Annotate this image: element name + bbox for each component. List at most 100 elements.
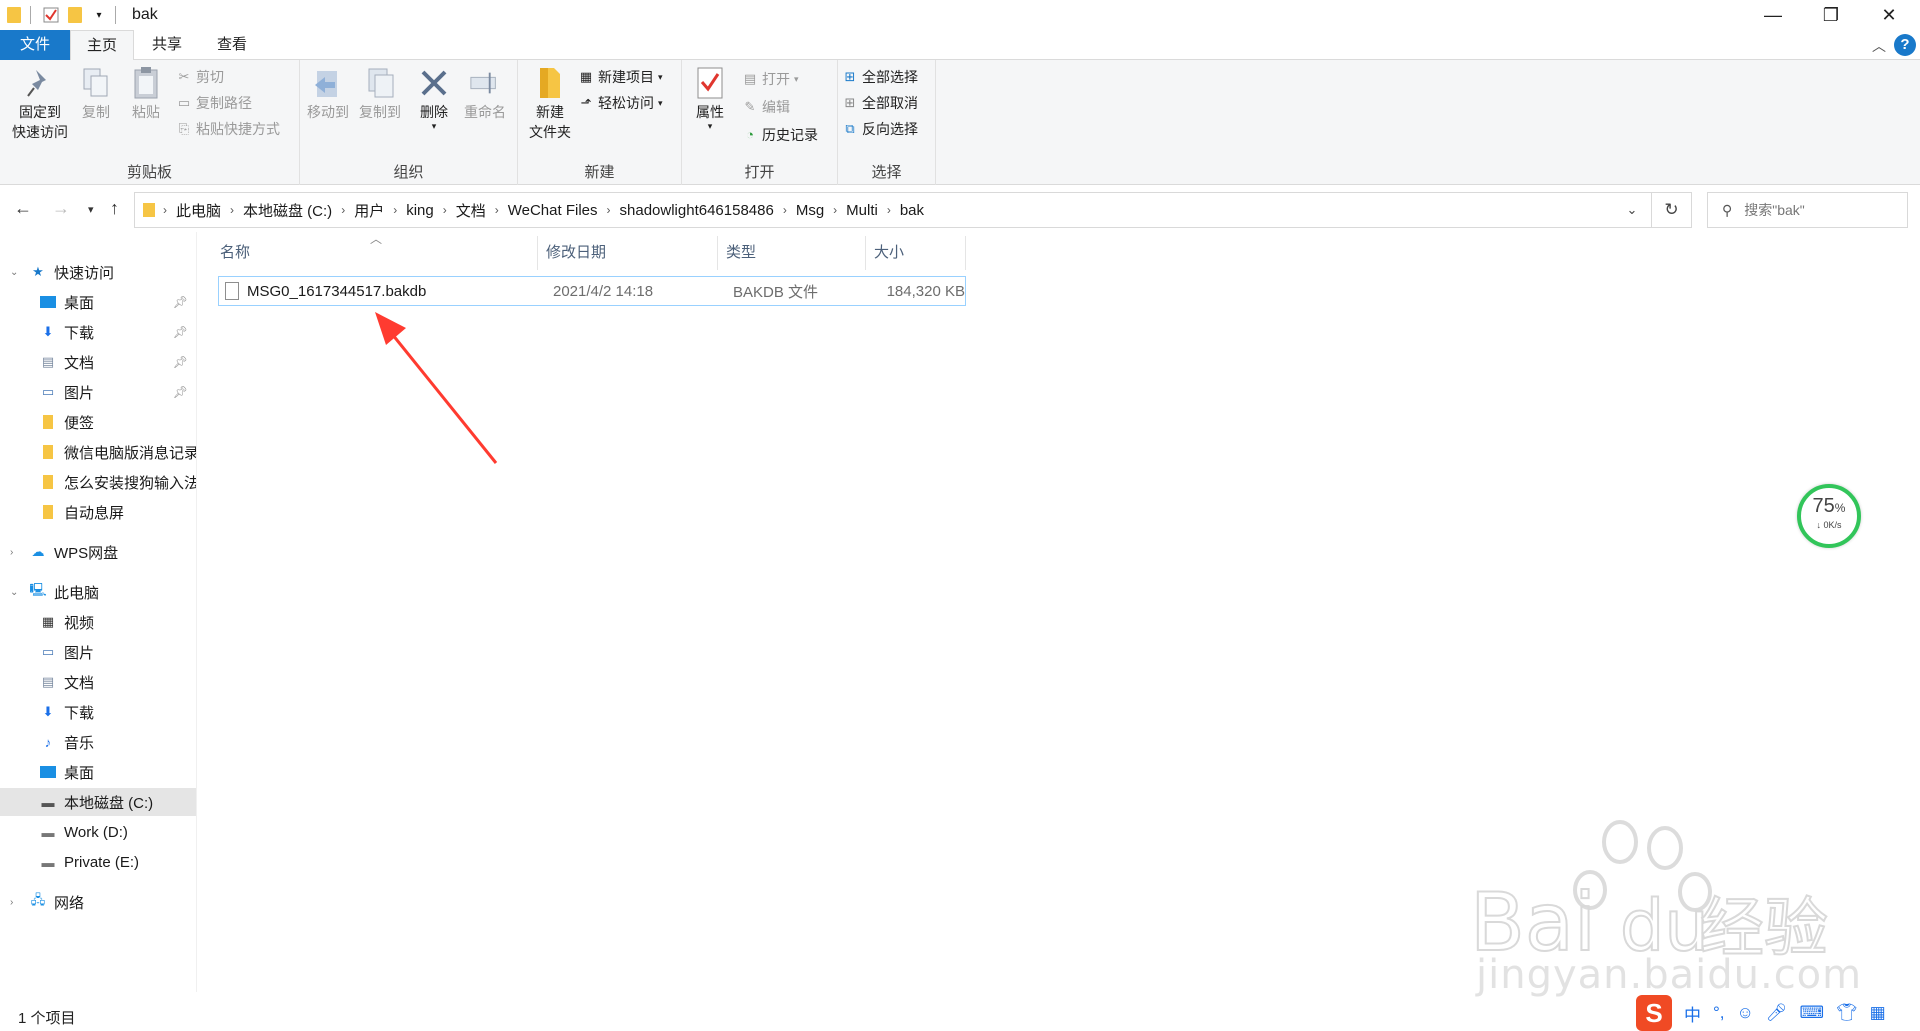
ime-mode-toggle[interactable]: 中 (1684, 1001, 1701, 1026)
address-bar[interactable]: › 此电脑 › 本地磁盘 (C:) › 用户 › king › 文档 › WeC… (134, 192, 1652, 228)
delete-button[interactable]: 删除 ▾ (414, 66, 454, 131)
breadcrumb-separator-icon[interactable]: › (163, 203, 167, 217)
breadcrumb-users[interactable]: 用户 (354, 200, 384, 221)
sidebar-item-music[interactable]: ♪ 音乐 (0, 728, 196, 756)
address-dropdown-chevron-icon[interactable]: ⌄ (1613, 193, 1651, 227)
tab-share[interactable]: 共享 (134, 30, 200, 60)
open-button[interactable]: ▤ 打开 ▾ (742, 68, 799, 90)
chevron-down-icon[interactable]: ⌄ (10, 587, 18, 598)
properties-quick-icon[interactable] (41, 5, 61, 25)
new-folder-quick-icon[interactable] (65, 5, 85, 25)
breadcrumb-separator-icon[interactable]: › (783, 203, 787, 217)
maximize-button[interactable]: ❐ (1802, 0, 1860, 30)
sidebar-item-work-d[interactable]: ▬ Work (D:) (0, 818, 196, 846)
breadcrumb-separator-icon[interactable]: › (230, 203, 234, 217)
invert-selection-button[interactable]: ⧉ 反向选择 (842, 118, 918, 140)
customize-quick-access-icon[interactable]: ▾ (89, 5, 109, 25)
sidebar-item-local-disk-c[interactable]: ▬ 本地磁盘 (C:) (0, 788, 196, 816)
sidebar-item-wps-drive[interactable]: › ☁ WPS网盘 (0, 538, 196, 566)
sidebar-item-documents[interactable]: ▤ 文档 📌︎ (0, 348, 196, 376)
copy-to-button[interactable]: 复制到 (356, 66, 404, 122)
sidebar-item-wechat-records[interactable]: 微信电脑版消息记录 (0, 438, 196, 466)
recent-locations-chevron-icon[interactable]: ▾ (88, 203, 94, 216)
breadcrumb-separator-icon[interactable]: › (887, 203, 891, 217)
sidebar-item-notes[interactable]: 便签 (0, 408, 196, 436)
breadcrumb-local-disk[interactable]: 本地磁盘 (C:) (243, 200, 332, 221)
search-input[interactable]: ⚲ 搜索"bak" (1707, 192, 1908, 228)
sidebar-item-pc-documents[interactable]: ▤ 文档 (0, 668, 196, 696)
pin-icon[interactable]: 📌︎ (173, 295, 188, 309)
column-header-size[interactable]: 大小 (866, 236, 966, 270)
breadcrumb-king[interactable]: king (406, 202, 434, 219)
chevron-right-icon[interactable]: › (10, 547, 13, 558)
ime-punctuation-toggle[interactable]: °, (1713, 1003, 1725, 1023)
sidebar-item-this-pc[interactable]: ⌄ 🖳︎ 此电脑 (0, 578, 196, 606)
column-header-type[interactable]: 类型 (718, 236, 866, 270)
tab-view[interactable]: 查看 (200, 30, 264, 60)
properties-dropdown-icon[interactable]: ▾ (690, 122, 730, 131)
breadcrumb-separator-icon[interactable]: › (393, 203, 397, 217)
pin-icon[interactable]: 📌︎ (173, 385, 188, 399)
new-item-button[interactable]: ▦ 新建项目 ▾ (578, 66, 663, 88)
sogou-logo-icon[interactable]: S (1636, 995, 1672, 1031)
sidebar-item-quick-access[interactable]: ⌄ ★ 快速访问 (0, 258, 196, 286)
tab-home[interactable]: 主页 (70, 30, 134, 61)
chevron-right-icon[interactable]: › (10, 897, 13, 908)
sidebar-item-pc-desktop[interactable]: 桌面 (0, 758, 196, 786)
breadcrumb-msg[interactable]: Msg (796, 202, 824, 219)
help-icon[interactable]: ? (1894, 34, 1916, 56)
sidebar-item-pc-pictures[interactable]: ▭ 图片 (0, 638, 196, 666)
history-button[interactable]: ◔ 历史记录 (742, 124, 818, 146)
chevron-down-icon[interactable]: ⌄ (10, 267, 18, 278)
breadcrumb-separator-icon[interactable]: › (341, 203, 345, 217)
copy-button[interactable]: 复制 (76, 66, 116, 122)
sidebar-item-desktop[interactable]: 桌面 📌︎ (0, 288, 196, 316)
column-header-date[interactable]: 修改日期 (538, 236, 718, 270)
breadcrumb-separator-icon[interactable]: › (495, 203, 499, 217)
breadcrumb-multi[interactable]: Multi (846, 202, 878, 219)
properties-button[interactable]: 属性 ▾ (690, 66, 730, 131)
select-none-button[interactable]: ⊞ 全部取消 (842, 92, 918, 114)
breadcrumb-documents[interactable]: 文档 (456, 200, 486, 221)
pin-to-quick-access-button[interactable]: 固定到 快速访问 (8, 66, 72, 142)
move-to-button[interactable]: 移动到 (304, 66, 352, 122)
forward-arrow-icon[interactable]: → (52, 198, 70, 219)
file-row[interactable]: MSG0_1617344517.bakdb 2021/4/2 14:18 BAK… (218, 276, 966, 306)
edit-button[interactable]: ✎ 编辑 (742, 96, 790, 118)
new-folder-button[interactable]: 新建 文件夹 (526, 66, 574, 142)
refresh-icon[interactable]: ↻ (1652, 192, 1692, 228)
cut-button[interactable]: ✂ 剪切 (176, 66, 224, 88)
sidebar-item-auto-screen-off[interactable]: 自动息屏 (0, 498, 196, 526)
sidebar-item-pictures[interactable]: ▭ 图片 📌︎ (0, 378, 196, 406)
emoji-icon[interactable]: ☺ (1737, 1003, 1754, 1023)
keyboard-icon[interactable]: ⌨ (1799, 1003, 1824, 1023)
sidebar-item-sogou-install[interactable]: 怎么安装搜狗输入法 (0, 468, 196, 496)
select-all-button[interactable]: ⊞ 全部选择 (842, 66, 918, 88)
divider[interactable] (196, 232, 197, 992)
up-arrow-icon[interactable]: ↑ (110, 198, 119, 219)
ribbon-collapse-icon[interactable]: ︿ (1872, 36, 1886, 56)
network-speed-widget[interactable]: 75% ↓ 0K/s (1797, 484, 1861, 548)
breadcrumb-separator-icon[interactable]: › (607, 203, 611, 217)
close-button[interactable]: ✕ (1860, 0, 1918, 30)
paste-shortcut-button[interactable]: ⎘ 粘贴快捷方式 (176, 118, 280, 140)
back-arrow-icon[interactable]: ← (14, 198, 32, 219)
breadcrumb-user-folder[interactable]: shadowlight646158486 (620, 202, 774, 219)
easy-access-button[interactable]: ⬏ 轻松访问 ▾ (578, 92, 663, 114)
breadcrumb-bak[interactable]: bak (900, 202, 924, 219)
sidebar-item-downloads[interactable]: ⬇ 下载 📌︎ (0, 318, 196, 346)
minimize-button[interactable]: — (1744, 0, 1802, 30)
pin-icon[interactable]: 📌︎ (173, 325, 188, 339)
sidebar-item-network[interactable]: › 🖧︎ 网络 (0, 888, 196, 916)
breadcrumb-this-pc[interactable]: 此电脑 (176, 200, 221, 221)
delete-dropdown-icon[interactable]: ▾ (414, 122, 454, 131)
microphone-icon[interactable]: 🎤︎ (1766, 1003, 1788, 1023)
toolbox-icon[interactable]: ▦ (1870, 1003, 1886, 1023)
pin-icon[interactable]: 📌︎ (173, 355, 188, 369)
breadcrumb-wechat-files[interactable]: WeChat Files (508, 202, 598, 219)
skin-icon[interactable]: 👕︎ (1836, 1003, 1858, 1023)
sidebar-item-pc-downloads[interactable]: ⬇ 下载 (0, 698, 196, 726)
tab-file[interactable]: 文件 (0, 30, 70, 60)
rename-button[interactable]: 重命名 (460, 66, 510, 122)
breadcrumb-separator-icon[interactable]: › (833, 203, 837, 217)
